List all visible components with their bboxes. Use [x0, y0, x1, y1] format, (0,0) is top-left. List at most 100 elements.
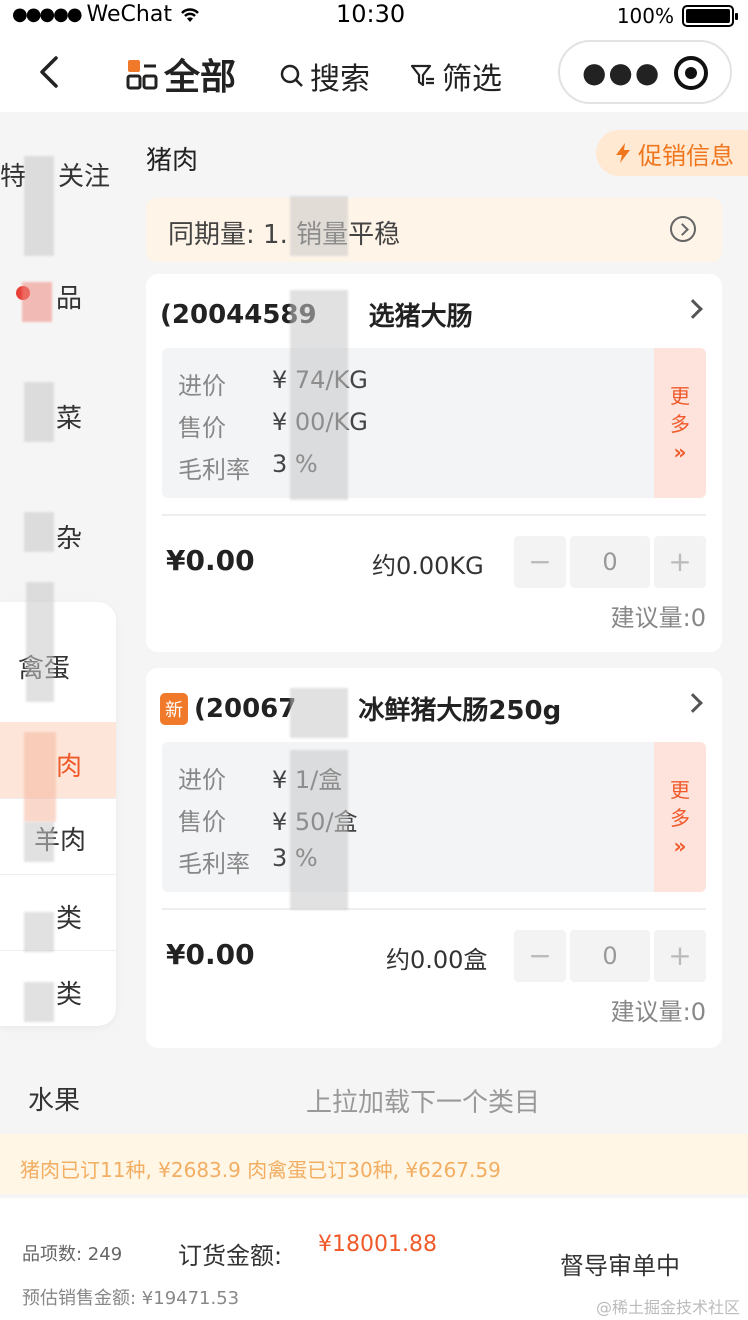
sidebar-item-prefix: 特 — [0, 162, 27, 192]
double-chevron-icon: » — [673, 834, 687, 858]
category-all-button[interactable]: 全部 — [126, 48, 236, 100]
order-amount-label: 订货金额: — [178, 1242, 283, 1270]
battery-status: 100% — [616, 4, 738, 28]
sidebar-item-label: 杂 — [56, 524, 83, 554]
battery-icon — [682, 5, 738, 27]
product-name: 新 (20067 冰鲜猪大肠250g — [160, 690, 561, 727]
load-more-hint: 上拉加载下一个类目 — [306, 1088, 541, 1118]
redaction-mask — [24, 382, 54, 442]
product-card[interactable]: (20044589 选猪大肠 进价 ¥ 74/KG 售价 ¥ 00/KG 毛利率… — [146, 274, 722, 652]
minus-button[interactable]: − — [514, 930, 566, 982]
promo-label: 促销信息 — [638, 141, 734, 170]
close-miniprogram-icon[interactable] — [674, 56, 708, 90]
product-card[interactable]: 新 (20067 冰鲜猪大肠250g 进价 ¥ 1/盒 售价 ¥ 50/盒 毛利… — [146, 668, 722, 1048]
sidebar-item-label: 类 — [56, 980, 83, 1010]
more-menu-icon[interactable]: ●●● — [582, 56, 661, 89]
sidebar-item-mutton[interactable]: 羊肉 — [0, 820, 118, 860]
plus-button[interactable]: + — [654, 536, 706, 588]
order-summary-strip: 猪肉已订11种, ¥2683.9 肉禽蛋已订30种, ¥6267.59 — [0, 1134, 748, 1194]
signal-carrier: ●●●●● WeChat — [12, 2, 202, 27]
new-badge: 新 — [160, 692, 188, 725]
more-button[interactable]: 更多 » — [654, 742, 706, 892]
double-chevron-icon: » — [673, 440, 687, 464]
redaction-mask — [290, 688, 348, 738]
category-sidebar: 特 关注 品 菜 杂 禽蛋 肉 羊肉 类 类 — [0, 112, 118, 1132]
sidebar-item-label: 类 — [56, 904, 83, 934]
purchase-price-label: 进价 — [178, 372, 226, 400]
chevron-right-icon[interactable] — [683, 693, 703, 713]
redaction-mask — [24, 156, 54, 256]
promo-info-button[interactable]: 促销信息 — [596, 130, 748, 176]
item-count: 品项数: 249 — [22, 1244, 123, 1265]
filter-button[interactable]: 筛选 — [410, 54, 502, 98]
sidebar-item-3[interactable]: 菜 — [0, 398, 118, 438]
sidebar-item-8[interactable]: 类 — [0, 898, 118, 938]
miniprogram-capsule: ●●● — [558, 40, 732, 104]
sidebar-item-meat-poultry-egg[interactable]: 禽蛋 — [0, 648, 118, 688]
sale-price-label: 售价 — [178, 808, 226, 836]
more-button[interactable]: 更多 » — [654, 348, 706, 498]
line-total: ¥0.00 — [166, 938, 255, 971]
estimated-sales: 预估销售金额: ¥19471.53 — [22, 1288, 240, 1309]
battery-percent: 100% — [616, 4, 674, 28]
sidebar-item-label: 关注 — [58, 162, 111, 192]
search-button[interactable]: 搜索 — [280, 54, 370, 98]
redaction-mask — [290, 290, 348, 500]
purchase-price-label: 进价 — [178, 766, 226, 794]
sale-price-label: 售价 — [178, 414, 226, 442]
quantity-stepper: − 0 + — [514, 536, 706, 588]
quantity-input[interactable]: 0 — [570, 930, 650, 982]
price-info-box: 进价 ¥ 74/KG 售价 ¥ 00/KG 毛利率 3 % 更多 » — [162, 348, 706, 498]
sidebar-item-2[interactable]: 品 — [0, 278, 118, 318]
more-label: 更多 — [670, 778, 690, 830]
lightning-icon — [616, 143, 630, 163]
chevron-right-icon[interactable] — [683, 299, 703, 319]
approx-weight: 约0.00KG — [372, 552, 484, 580]
sidebar-item-label: 品 — [56, 284, 83, 314]
price-info-box: 进价 ¥ 1/盒 售价 ¥ 50/盒 毛利率 3 % 更多 » — [162, 742, 706, 892]
yoy-sales-bar[interactable]: 同期量: 1. 销量平稳 — [146, 198, 722, 262]
product-code: (20067 — [194, 693, 297, 724]
product-title: 选猪大肠 — [368, 302, 473, 332]
minus-button[interactable]: − — [514, 536, 566, 588]
product-title: 冰鲜猪大肠250g — [358, 696, 562, 726]
sidebar-item-4[interactable]: 杂 — [0, 518, 118, 558]
search-label: 搜索 — [310, 62, 370, 97]
nav-bar: 全部 搜索 筛选 ●●● — [0, 30, 748, 112]
filter-icon — [410, 64, 434, 87]
circle-arrow-right-icon[interactable] — [670, 216, 696, 242]
sidebar-item-9[interactable]: 类 — [0, 974, 118, 1014]
watermark: @稀土掘金技术社区 — [595, 1298, 740, 1317]
section-title: 猪肉 — [146, 146, 199, 176]
sidebar-item-fruit[interactable]: 水果 — [28, 1080, 80, 1117]
search-icon — [280, 64, 303, 87]
status-bar: ●●●●● WeChat 10:30 100% — [0, 0, 748, 30]
clock: 10:30 — [336, 0, 406, 28]
redaction-mask — [24, 822, 54, 862]
plus-button[interactable]: + — [654, 930, 706, 982]
margin-label: 毛利率 — [178, 456, 250, 484]
suggested-qty: 建议量:0 — [610, 604, 706, 632]
order-amount-value: ¥18001.88 — [318, 1232, 437, 1257]
filter-label: 筛选 — [442, 62, 502, 97]
redaction-mask — [24, 732, 56, 822]
wifi-icon — [181, 7, 199, 22]
suggested-qty: 建议量:0 — [610, 998, 706, 1026]
back-icon[interactable] — [36, 54, 64, 90]
yoy-text: 同期量: 1. 销量平稳 — [168, 220, 401, 250]
submit-status-button[interactable]: 督导审单中 — [560, 1246, 680, 1281]
carrier-name: WeChat — [86, 2, 172, 27]
redaction-mask — [24, 512, 54, 552]
line-total: ¥0.00 — [166, 544, 255, 577]
quantity-stepper: − 0 + — [514, 930, 706, 982]
approx-weight: 约0.00盒 — [386, 946, 488, 974]
signal-icon: ●●●●● — [12, 4, 83, 25]
category-all-label: 全部 — [164, 57, 237, 98]
category-icon — [126, 60, 158, 90]
quantity-input[interactable]: 0 — [570, 536, 650, 588]
sidebar-item-special-follow[interactable]: 特 关注 — [0, 156, 118, 196]
redaction-mask — [24, 912, 54, 952]
redaction-mask — [290, 750, 348, 910]
sidebar-item-label: 肉 — [56, 752, 83, 782]
sidebar-item-pork-active[interactable]: 肉 — [0, 746, 118, 786]
